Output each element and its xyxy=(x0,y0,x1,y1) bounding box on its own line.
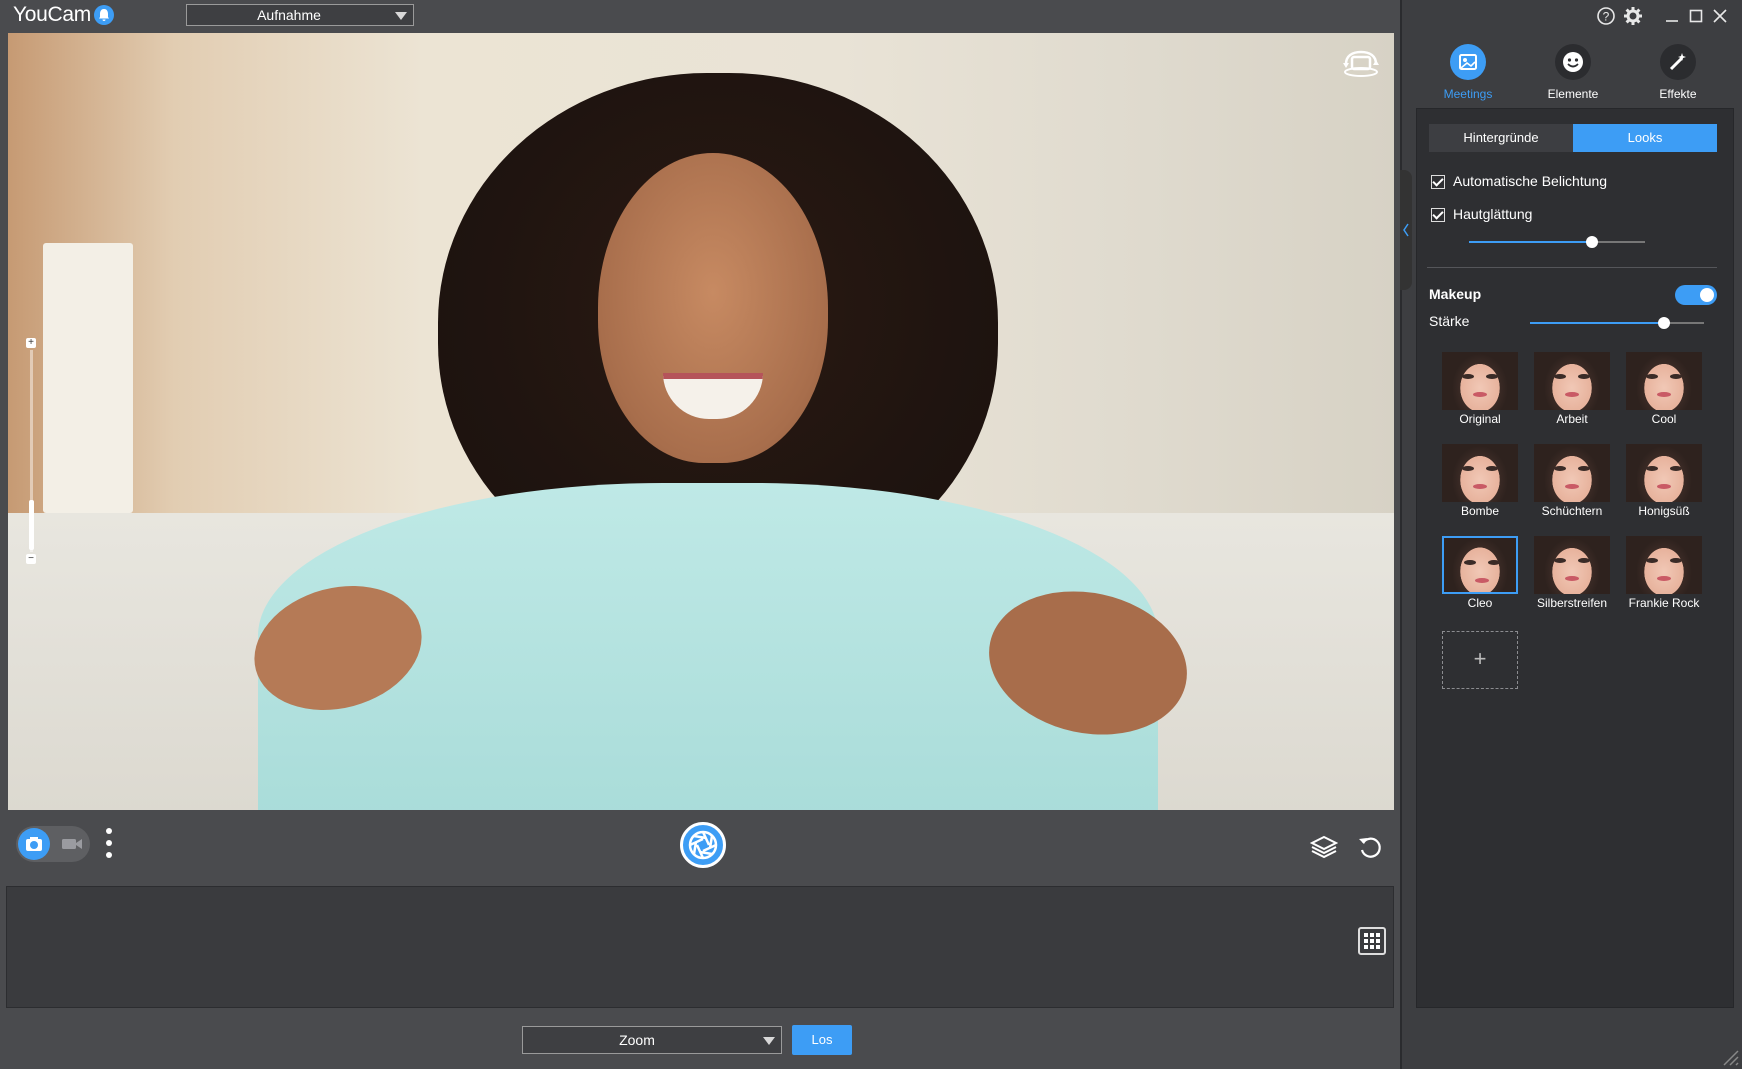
auto-exposure-label: Automatische Belichtung xyxy=(1453,173,1608,189)
look-cleo[interactable]: Cleo xyxy=(1442,536,1518,612)
background-window xyxy=(43,243,133,513)
look-name: Arbeit xyxy=(1556,412,1588,426)
top-bar: YouCam Aufnahme xyxy=(0,0,1400,31)
look-thumbnail xyxy=(1626,352,1702,410)
switch-camera-icon[interactable] xyxy=(1340,44,1382,80)
tab-effekte-label: Effekte xyxy=(1659,87,1697,101)
auto-exposure-checkbox[interactable] xyxy=(1431,175,1445,189)
more-options-icon[interactable] xyxy=(106,828,112,862)
camera-preview: + − xyxy=(8,33,1394,810)
makeup-strength-knob[interactable] xyxy=(1658,317,1670,329)
zoom-slider[interactable]: + − xyxy=(26,338,38,564)
chevron-down-icon xyxy=(395,12,407,20)
look-name: Original xyxy=(1459,412,1501,426)
add-look-button[interactable]: + xyxy=(1442,631,1518,689)
meetings-icon xyxy=(1450,44,1486,80)
look-name: Silberstreifen xyxy=(1536,596,1608,610)
section-divider xyxy=(1427,267,1717,268)
shutter-button[interactable] xyxy=(680,822,726,868)
look-original[interactable]: Original xyxy=(1442,352,1518,428)
makeup-toggle[interactable] xyxy=(1675,285,1717,305)
video-camera-icon[interactable] xyxy=(60,835,84,853)
settings-gear-icon[interactable] xyxy=(1623,6,1643,26)
makeup-strength-label: Stärke xyxy=(1429,313,1470,329)
media-strip xyxy=(6,886,1394,1008)
chevron-down-icon xyxy=(763,1037,775,1045)
chevron-left-icon xyxy=(1403,223,1409,237)
zoom-out-button[interactable]: − xyxy=(26,554,36,564)
look-thumbnail xyxy=(1534,444,1610,502)
tab-meetings-label: Meetings xyxy=(1443,87,1493,101)
look-name: Bombe xyxy=(1460,504,1500,518)
look-name: Schüchtern xyxy=(1541,504,1603,518)
layers-icon[interactable] xyxy=(1310,834,1338,860)
grid-view-icon[interactable] xyxy=(1358,927,1386,955)
resize-grip-icon[interactable] xyxy=(1718,1045,1740,1067)
look-thumbnail xyxy=(1442,536,1518,594)
capture-mode-value: Aufnahme xyxy=(257,7,321,23)
look-frankie-rock[interactable]: Frankie Rock xyxy=(1626,536,1702,612)
grid-dots xyxy=(1364,933,1380,949)
look-cool[interactable]: Cool xyxy=(1626,352,1702,428)
skin-smoothing-checkbox[interactable] xyxy=(1431,208,1445,222)
effekte-icon xyxy=(1660,44,1696,80)
target-app-dropdown[interactable]: Zoom xyxy=(522,1026,782,1054)
look-arbeit[interactable]: Arbeit xyxy=(1534,352,1610,428)
maximize-icon[interactable] xyxy=(1688,8,1704,24)
capture-controls xyxy=(0,812,1400,882)
look-bombe[interactable]: Bombe xyxy=(1442,444,1518,520)
skin-smoothing-label: Hautglättung xyxy=(1453,206,1533,222)
collapse-panel-handle[interactable] xyxy=(1400,170,1412,290)
help-icon[interactable]: ? xyxy=(1596,6,1616,26)
aperture-icon xyxy=(688,830,718,860)
zoom-slider-fill[interactable] xyxy=(29,500,34,550)
reset-icon[interactable] xyxy=(1357,834,1383,860)
tab-elemente-label: Elemente xyxy=(1547,87,1599,101)
capture-mode-dropdown[interactable]: Aufnahme xyxy=(186,4,414,26)
tab-looks[interactable]: Looks xyxy=(1573,124,1717,152)
look-honigsuess[interactable]: Honigsüß xyxy=(1626,444,1702,520)
skin-smoothing-fill[interactable] xyxy=(1469,241,1592,243)
makeup-title: Makeup xyxy=(1429,286,1482,302)
go-button[interactable]: Los xyxy=(792,1025,852,1055)
look-name: Honigsüß xyxy=(1638,504,1690,518)
look-thumbnail xyxy=(1626,444,1702,502)
look-name: Cool xyxy=(1651,412,1677,426)
look-name: Frankie Rock xyxy=(1628,596,1700,610)
elemente-icon xyxy=(1555,44,1591,80)
minimize-icon[interactable] xyxy=(1664,8,1680,24)
skin-smoothing-knob[interactable] xyxy=(1586,236,1598,248)
looks-panel: Hintergründe Looks Automatische Belichtu… xyxy=(1416,108,1734,1008)
notification-bell-icon[interactable] xyxy=(94,5,114,25)
camera-icon xyxy=(26,837,42,851)
target-app-value: Zoom xyxy=(619,1032,655,1048)
look-thumbnail xyxy=(1442,444,1518,502)
look-thumbnail xyxy=(1534,536,1610,594)
makeup-strength-fill[interactable] xyxy=(1530,322,1664,324)
look-thumbnail xyxy=(1534,352,1610,410)
zoom-in-button[interactable]: + xyxy=(26,338,36,348)
app-title: YouCam xyxy=(13,3,91,26)
close-icon[interactable] xyxy=(1712,8,1728,24)
look-schuechtern[interactable]: Schüchtern xyxy=(1534,444,1610,520)
svg-text:?: ? xyxy=(1603,10,1610,24)
photo-video-toggle[interactable] xyxy=(16,826,90,862)
look-silberstreifen[interactable]: Silberstreifen xyxy=(1534,536,1610,612)
right-panel: ? Meetings Elemente Effekte Hintergründe… xyxy=(1400,0,1742,1069)
look-name: Cleo xyxy=(1467,596,1493,610)
tab-hintergruende[interactable]: Hintergründe xyxy=(1429,124,1573,152)
look-thumbnail xyxy=(1626,536,1702,594)
photo-mode-button[interactable] xyxy=(18,828,50,860)
look-thumbnail xyxy=(1442,352,1518,410)
